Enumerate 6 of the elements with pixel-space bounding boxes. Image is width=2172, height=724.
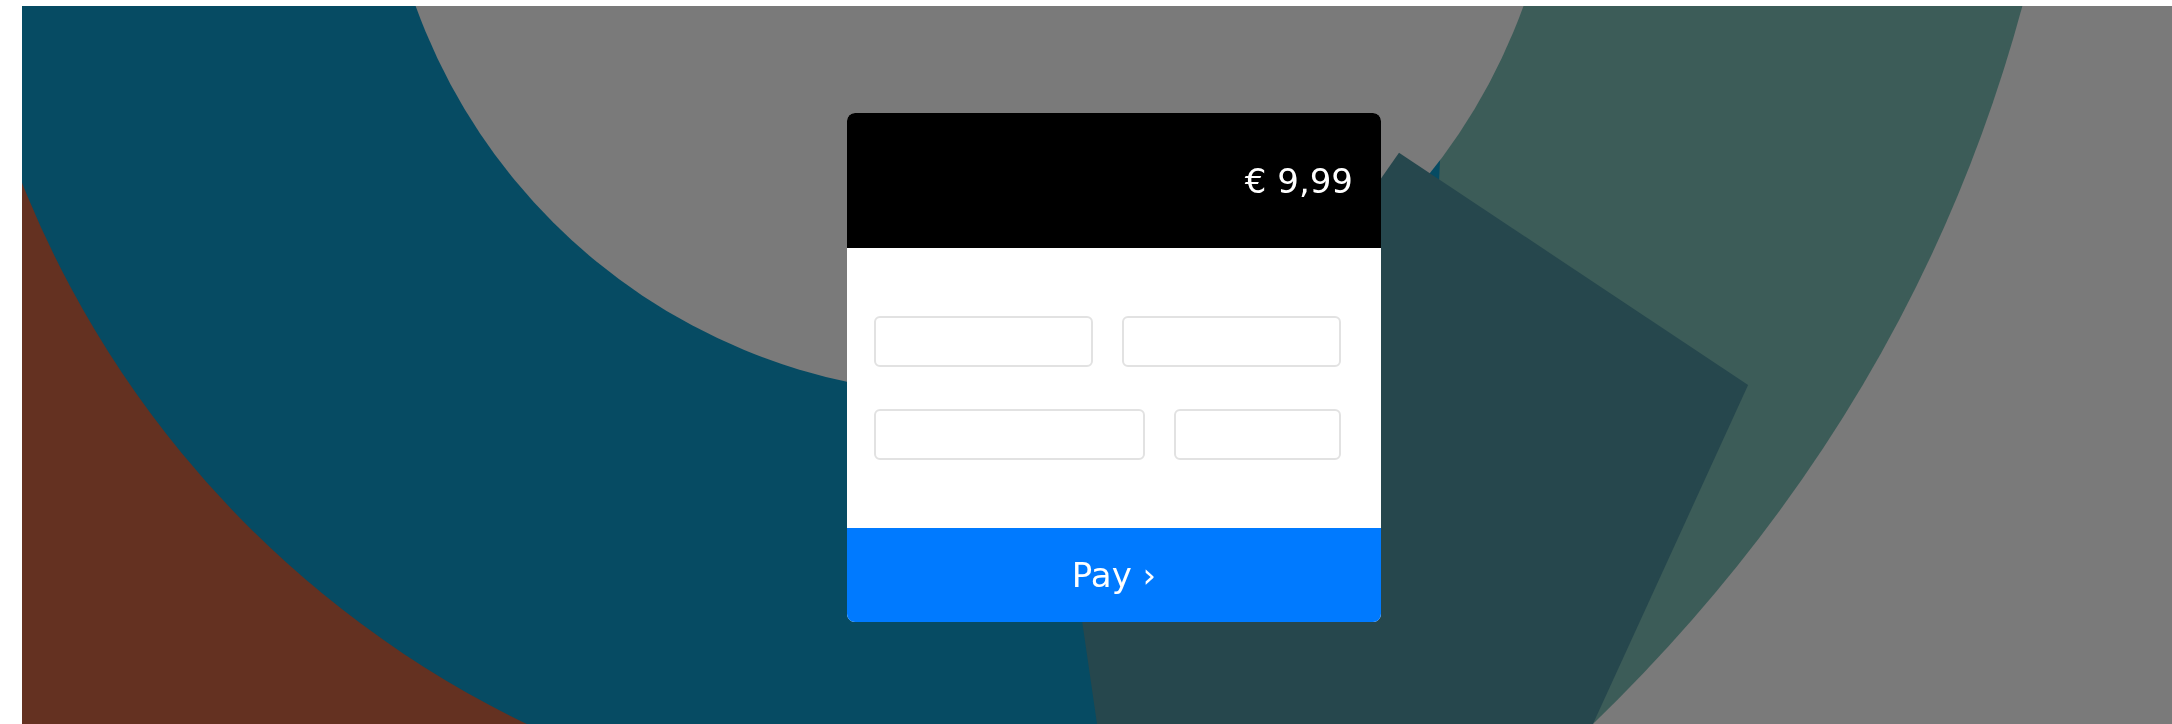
input-field[interactable] <box>874 409 1145 460</box>
pay-button[interactable]: Pay › <box>847 528 1381 622</box>
input-field[interactable] <box>1173 409 1341 460</box>
price-amount: € 9,99 <box>1244 160 1353 201</box>
input-field[interactable] <box>1122 316 1341 367</box>
input-field[interactable] <box>874 316 1093 367</box>
